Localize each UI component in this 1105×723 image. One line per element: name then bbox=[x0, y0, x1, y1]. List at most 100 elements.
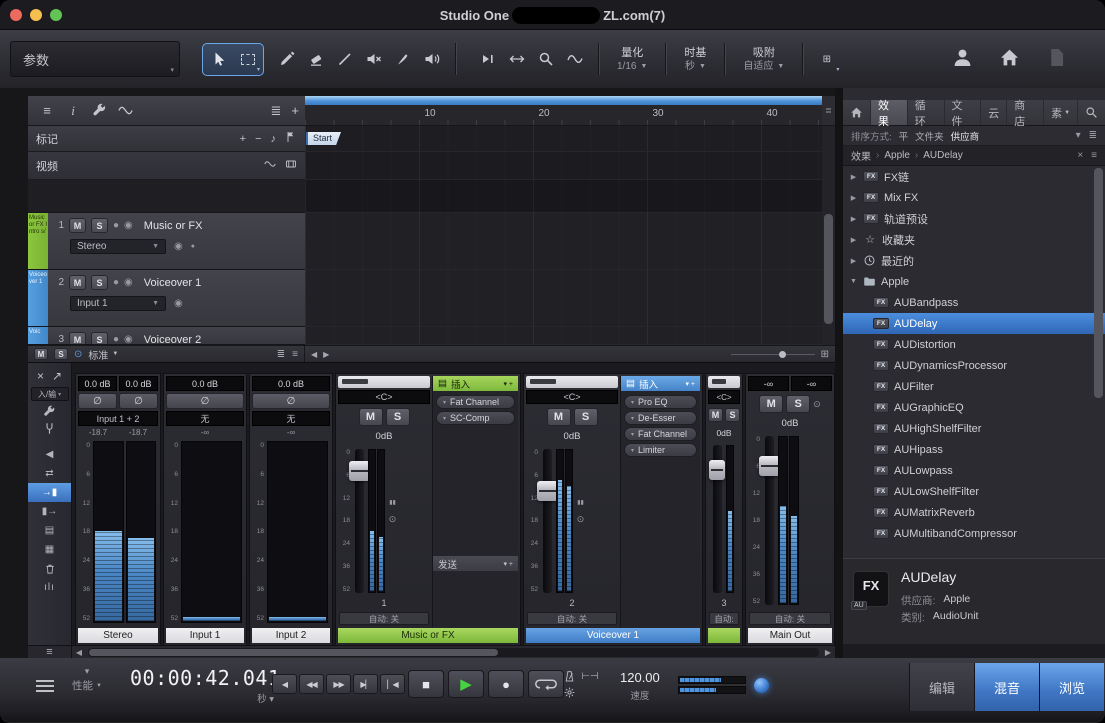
play-button[interactable]: ▶ bbox=[448, 670, 484, 698]
home-icon[interactable] bbox=[999, 47, 1020, 71]
mute-button[interactable]: M bbox=[547, 408, 571, 426]
snap-dropdown[interactable]: 吸附 自适应▼ bbox=[734, 39, 793, 79]
metronome-icon[interactable] bbox=[560, 670, 578, 683]
film-icon[interactable] bbox=[285, 158, 297, 173]
channel-color-tab[interactable] bbox=[338, 376, 430, 388]
transport-menu-icon[interactable] bbox=[36, 680, 54, 692]
bend-tool-button[interactable] bbox=[560, 45, 589, 74]
range-tool-button[interactable]: ▾ bbox=[233, 45, 262, 74]
channel-name-label[interactable] bbox=[708, 628, 740, 643]
scroll-right-arrow[interactable]: ▶ bbox=[323, 350, 329, 359]
track-header-music-or-fx[interactable]: Music or FX Intro s/ 1 M S ● ◉ Music or … bbox=[28, 213, 305, 270]
breadcrumb-root[interactable]: 效果 bbox=[851, 148, 871, 163]
detach-icon[interactable]: ↗ bbox=[52, 369, 62, 383]
mono-check-icon[interactable]: ⊙ bbox=[813, 399, 821, 410]
wrench-icon[interactable] bbox=[43, 405, 56, 418]
inputs-view-icon[interactable]: →▮ bbox=[28, 483, 71, 502]
mixer-horizontal-scrollbar[interactable]: ≡ ◀ ▶ bbox=[28, 645, 835, 658]
instruments-view-icon[interactable]: ▦ bbox=[28, 540, 71, 559]
listen-tool-button[interactable] bbox=[417, 45, 446, 74]
track-color-strip[interactable]: Voiceover 1 bbox=[28, 270, 48, 326]
mixer-menu-icon[interactable]: ≡ bbox=[28, 646, 72, 658]
sort-option-vendor[interactable]: 供应商 bbox=[951, 129, 980, 143]
record-arm-button[interactable]: ● bbox=[113, 334, 119, 345]
autoscroll-button[interactable] bbox=[473, 45, 502, 74]
fast-forward-button[interactable]: ▶▶ bbox=[326, 674, 351, 694]
mute-button[interactable]: M bbox=[708, 408, 723, 422]
track-lane-music-or-fx[interactable] bbox=[305, 213, 822, 270]
channel-color-tab[interactable] bbox=[526, 376, 618, 388]
tab-shop[interactable]: 商店 bbox=[1007, 100, 1044, 125]
banks-view-icon[interactable]: ▤ bbox=[28, 521, 71, 540]
tree-item-fx-chains[interactable]: ▶FXFX链 bbox=[843, 166, 1105, 187]
tempo-value[interactable]: 120.00 bbox=[620, 670, 660, 685]
mute-button[interactable]: M bbox=[69, 275, 86, 290]
mixer-channel-voiceover-1[interactable]: <C> M S 0dB 061218243652 ▮▮⊙ 2 bbox=[523, 373, 703, 646]
insert-slot[interactable]: ▾Fat Channel bbox=[436, 395, 515, 409]
monitor-button[interactable]: ◉ bbox=[124, 334, 133, 345]
pan-display[interactable]: <C> bbox=[338, 390, 430, 404]
scroll-right-arrow[interactable]: ▶ bbox=[821, 648, 835, 657]
clear-path-icon[interactable]: × bbox=[1077, 150, 1083, 161]
plugin-item[interactable]: FXAUBandpass bbox=[843, 292, 1105, 313]
sends-header[interactable]: 发送▾ + bbox=[433, 556, 518, 571]
browser-scrollbar[interactable] bbox=[1094, 166, 1103, 556]
fader-handle[interactable] bbox=[349, 461, 370, 481]
plugin-item[interactable]: FXAULowpass bbox=[843, 460, 1105, 481]
next-marker-button[interactable]: ▶▏ bbox=[353, 674, 378, 694]
close-icon[interactable]: × bbox=[37, 369, 44, 383]
solo-button[interactable]: S bbox=[786, 395, 810, 413]
solo-button[interactable]: S bbox=[574, 408, 598, 426]
inserts-header[interactable]: ▤插入▾ + bbox=[621, 376, 700, 391]
mute-button[interactable]: M bbox=[359, 408, 383, 426]
audio-bend-icon[interactable] bbox=[112, 103, 138, 118]
tree-item-track-presets[interactable]: ▶FX轨道预设 bbox=[843, 208, 1105, 229]
ruler-options-icon[interactable]: ≣ bbox=[822, 96, 835, 126]
channel-name-label[interactable]: Input 1 bbox=[166, 628, 244, 643]
tree-item-recent[interactable]: ▶最近的 bbox=[843, 250, 1105, 271]
insert-slot[interactable]: ▾Limiter bbox=[624, 443, 697, 457]
performance-monitor[interactable]: ▾ 性能▼ bbox=[72, 667, 102, 693]
surround-pan-icon[interactable]: ⊙ bbox=[577, 514, 585, 525]
plugin-item[interactable]: FXAUDynamicsProcessor bbox=[843, 355, 1105, 376]
plugin-item[interactable]: FXAUMultibandCompressor bbox=[843, 523, 1105, 544]
tab-loops[interactable]: 循环 bbox=[908, 100, 945, 125]
plugin-item[interactable]: FXAUDelay bbox=[843, 313, 1105, 334]
levels-view-icon[interactable]: ılı bbox=[28, 578, 71, 597]
gain-display[interactable]: 0.0 dB bbox=[166, 376, 244, 391]
pencil-tool-button[interactable] bbox=[272, 45, 301, 74]
track-layers-icon[interactable]: ≣ bbox=[271, 103, 282, 119]
track-name[interactable]: Voiceover 1 bbox=[144, 277, 201, 289]
track-header-voiceover-1[interactable]: Voiceover 1 2 M S ● ◉ Voiceover 1 Input … bbox=[28, 270, 305, 327]
output-volume-knob[interactable] bbox=[754, 678, 769, 693]
horizontal-zoom-slider[interactable] bbox=[731, 348, 815, 361]
channel-name-label[interactable]: Stereo bbox=[78, 628, 158, 643]
phase-invert-button[interactable]: ∅ bbox=[166, 393, 244, 409]
track-color-strip[interactable]: Voic bbox=[28, 327, 48, 344]
loop-button[interactable] bbox=[528, 670, 564, 698]
rewind-button[interactable]: ◀◀ bbox=[299, 674, 324, 694]
video-track-header[interactable]: 视频 bbox=[28, 152, 305, 180]
inspector-icon[interactable]: i bbox=[60, 103, 86, 119]
remove-marker-button[interactable]: − bbox=[255, 133, 261, 145]
tree-item-mix-fx[interactable]: ▶FXMix FX bbox=[843, 187, 1105, 208]
lanes-icon[interactable]: ≡ bbox=[292, 349, 298, 360]
mixer-channel-3[interactable]: <C> M S 0dB 3 自动: bbox=[705, 373, 743, 646]
phase-invert-button[interactable]: ∅ bbox=[78, 393, 117, 409]
precount-icon[interactable]: ⊢⊣ bbox=[581, 670, 599, 683]
mixer-channel-music-or-fx[interactable]: <C> M S 0dB 061218243652 ▮▮⊙ 1 bbox=[335, 373, 521, 646]
input-route-select[interactable]: Input 1 + 2 bbox=[78, 411, 158, 426]
notes-icon[interactable] bbox=[1046, 47, 1067, 71]
chevron-right-icon[interactable]: ▶ bbox=[849, 257, 858, 265]
collapse-channels-icon[interactable]: ◀ bbox=[28, 445, 71, 464]
track-name[interactable]: Music or FX bbox=[144, 220, 203, 232]
phase-invert-button[interactable]: ∅ bbox=[119, 393, 158, 409]
timestretch-tool-button[interactable] bbox=[502, 45, 531, 74]
arrange-lanes[interactable]: Start bbox=[305, 126, 822, 345]
global-mute-button[interactable]: M bbox=[34, 348, 48, 360]
track-header-voiceover-2[interactable]: Voic 3 M S ● ◉ Voiceover 2 bbox=[28, 327, 305, 345]
params-dropdown[interactable]: 参数 ▾ bbox=[10, 41, 180, 77]
track-list-menu-icon[interactable]: ≡ bbox=[34, 103, 60, 118]
link-icon[interactable]: ● bbox=[191, 243, 195, 250]
volume-fader[interactable] bbox=[355, 449, 364, 593]
